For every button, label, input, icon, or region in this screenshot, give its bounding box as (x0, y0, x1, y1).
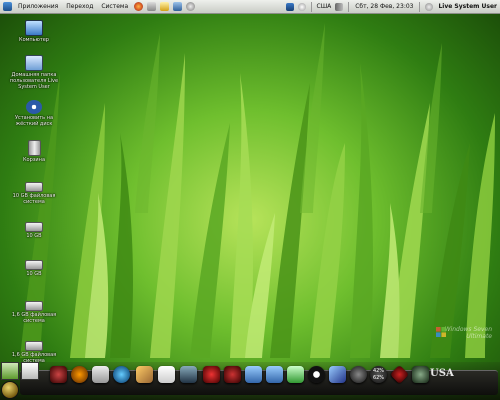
screen-icon[interactable] (173, 2, 183, 11)
toolbox-icon[interactable] (297, 2, 306, 11)
workspace-thumbnail-2[interactable] (21, 362, 39, 380)
clock[interactable]: Сбт, 28 Фев, 23:03 (352, 3, 416, 10)
drive-icon (25, 222, 43, 232)
workspace-thumbnail[interactable] (1, 362, 19, 380)
mem-meter-text: 62% (372, 375, 385, 381)
mail-icon[interactable] (160, 2, 170, 11)
user-name[interactable]: Live System User (435, 3, 500, 10)
desktop-icon-drive-3[interactable]: 10 GB (3, 256, 65, 277)
desktop-icon-label: 10 GB файловая система (12, 193, 56, 205)
desktop-icon-label: Домашняя папка пользователя Live System … (9, 72, 59, 90)
tray-separator (310, 1, 312, 12)
drive-icon (25, 260, 43, 270)
document-icon[interactable] (158, 366, 175, 383)
monitor-icon (25, 20, 43, 36)
menu-system[interactable]: Система (97, 0, 132, 13)
globe-icon[interactable] (113, 366, 130, 383)
tray-separator-3 (419, 1, 421, 12)
drive-icon (25, 182, 43, 192)
cpu-meter-text: 42% (372, 368, 385, 374)
desktop-icon-home-folder[interactable]: Домашняя папка пользователя Live System … (3, 55, 65, 90)
wallpaper-grass (20, 23, 495, 358)
desktop-icon-drive-1[interactable]: 10 GB файловая система (3, 178, 65, 205)
volume-icon[interactable] (335, 2, 344, 11)
fedora-icon (26, 100, 42, 114)
disc-icon[interactable] (350, 366, 367, 383)
keyboard-layout-indicator[interactable]: США (315, 0, 334, 13)
video-icon[interactable] (50, 366, 67, 383)
desktop-icon-label: Компьютер (19, 37, 49, 43)
desktop-icon-trash[interactable]: Корзина (3, 140, 65, 163)
tools-icon[interactable] (136, 366, 153, 383)
tray-separator-2 (348, 1, 350, 12)
gnome-icon[interactable] (285, 2, 294, 11)
network-icon[interactable] (147, 2, 157, 11)
gem-icon[interactable] (412, 366, 429, 383)
desktop-icon-computer[interactable]: Компьютер (3, 20, 65, 43)
desktop-icon-label: Установить на жёсткий диск (14, 115, 54, 127)
media-icon[interactable] (71, 366, 88, 383)
system-tray: США Сбт, 28 Фев, 23:03 Live System User (284, 0, 500, 13)
desktop-icon-drive-5[interactable]: 1,6 GB файловая система (3, 337, 65, 364)
calculator-icon[interactable] (92, 366, 109, 383)
photo-icon[interactable] (287, 366, 304, 383)
desktop-icon-label: 10 GB (26, 271, 42, 277)
desktop-icon-label: 1,6 GB файловая система (11, 312, 57, 324)
desktop-icon-label: 10 GB (26, 233, 42, 239)
menu-places[interactable]: Переход (62, 0, 97, 13)
drive-icon (25, 301, 43, 311)
window-icon[interactable] (180, 366, 197, 383)
user-icon (425, 2, 434, 11)
menu-applications[interactable]: Приложения (14, 0, 62, 13)
keyboard-layout-usa[interactable]: USA (430, 368, 454, 379)
cursor-icon[interactable] (329, 366, 346, 383)
trash-icon (27, 140, 41, 156)
desktop-icon-drive-2[interactable]: 10 GB (3, 218, 65, 239)
windows-watermark: Windows Seven Ultimate (434, 326, 492, 348)
red-app-icon-2[interactable] (224, 366, 241, 383)
red-app-icon[interactable] (203, 366, 220, 383)
drive-icon (25, 341, 43, 351)
folder-dock-icon-2[interactable] (266, 366, 283, 383)
power-icon[interactable] (308, 366, 325, 383)
desktop-icon-label: Корзина (22, 157, 46, 163)
folder-icon (25, 55, 43, 71)
fedora-menu-icon[interactable] (3, 2, 12, 11)
settings-icon[interactable] (186, 2, 196, 11)
windows-flag-icon (436, 327, 446, 337)
top-panel: Приложения Переход Система США Сбт, 28 Ф… (0, 0, 500, 14)
firefox-icon[interactable] (134, 2, 144, 11)
desktop-icon-install[interactable]: Установить на жёсткий диск (3, 100, 65, 127)
desktop-icon-drive-4[interactable]: 1,6 GB файловая система (3, 297, 65, 324)
folder-dock-icon[interactable] (245, 366, 262, 383)
start-orb-icon[interactable] (1, 381, 19, 399)
